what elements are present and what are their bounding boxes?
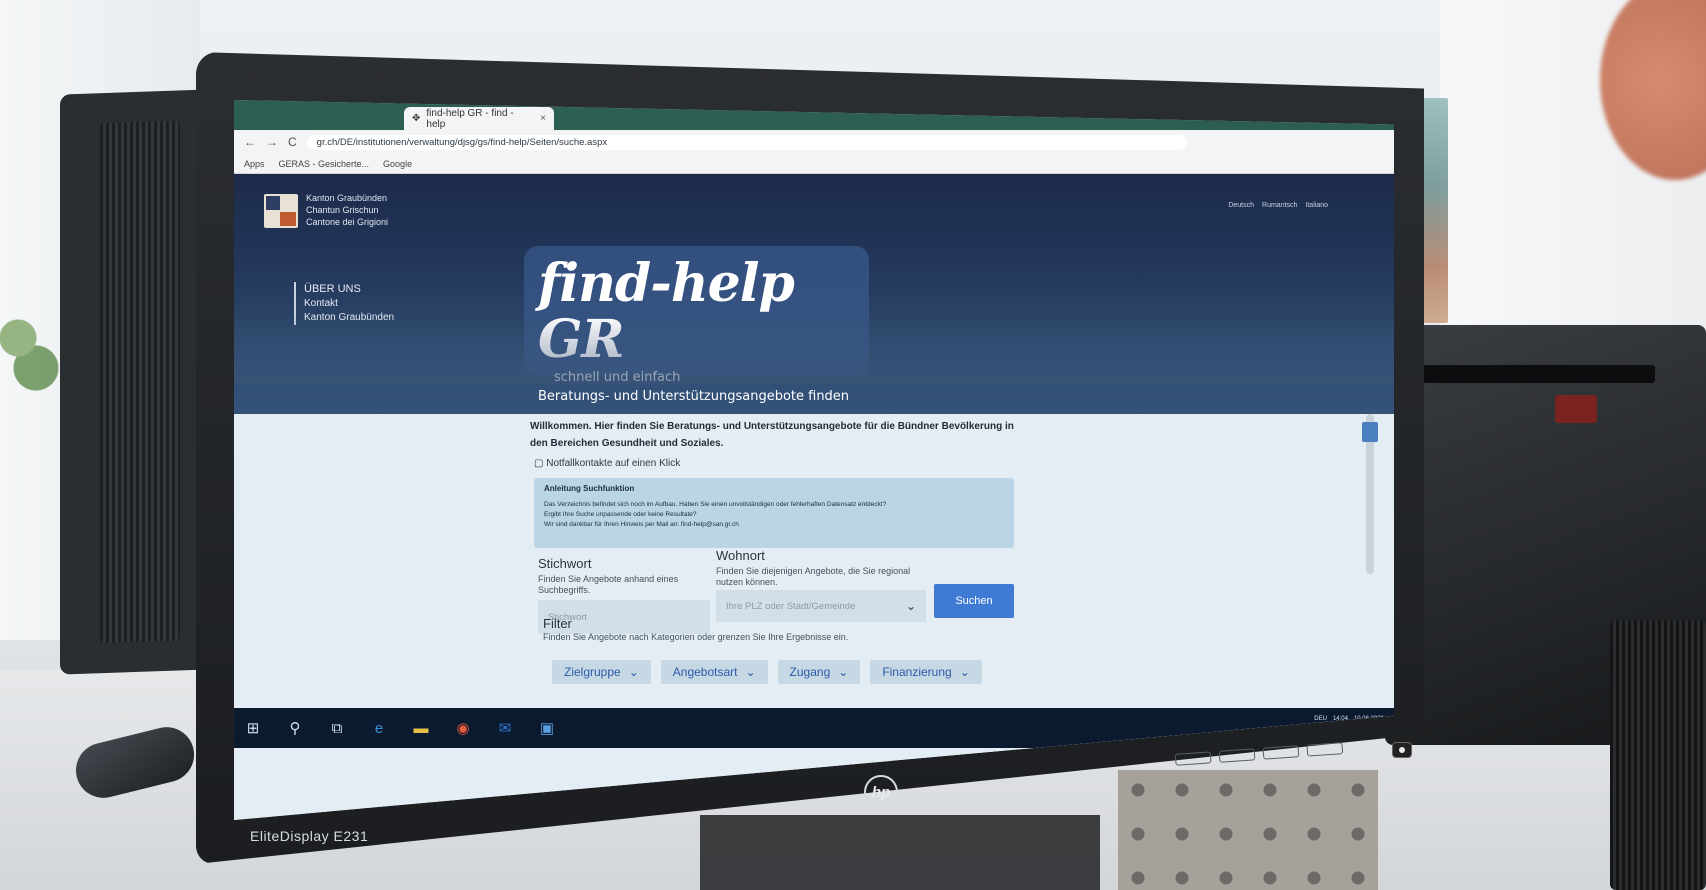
reload-icon[interactable]: C — [288, 135, 297, 149]
document-icon: ▢ — [534, 458, 547, 469]
filter-row: Zielgruppe ⌄ Angebotsart ⌄ Zugang ⌄ Finanzi… — [552, 660, 982, 684]
app-icon[interactable]: ▣ — [538, 719, 556, 737]
emergency-link[interactable]: ▢ Notfallkontakte auf einen Klick — [534, 458, 680, 469]
monitor-button[interactable] — [1218, 748, 1256, 763]
hero-subtitle-2: Beratungs- und Unterstützungsangebote fi… — [538, 389, 850, 404]
cables — [700, 815, 1100, 890]
chevron-down-icon: ⌄ — [838, 665, 849, 679]
tab-title: find-help GR - find - help — [426, 107, 514, 130]
chevron-down-icon: ⌄ — [628, 665, 639, 679]
filter-label-text: Angebotsart — [672, 665, 738, 679]
wohnort-select[interactable]: Ihre PLZ oder Stadt/Gemeinde ⌄ — [716, 590, 926, 622]
windows-start-icon[interactable]: ⊞ — [244, 719, 262, 737]
info-line: Wir sind dankbar für Ihren Hinweis per M… — [544, 521, 739, 528]
wohnort-placeholder: Ihre PLZ oder Stadt/Gemeinde — [726, 600, 856, 612]
gift-box — [1118, 770, 1378, 890]
forward-icon[interactable]: → — [266, 135, 278, 149]
address-bar: ← → C gr.ch/DE/institutionen/verwaltung/… — [234, 130, 1394, 154]
hero-title: find-help GR — [538, 253, 795, 370]
tab-close-icon[interactable]: × — [540, 113, 546, 124]
info-line: Das Verzeichnis befindet sich noch im Au… — [544, 501, 887, 508]
stichwort-label: Stichwort — [538, 556, 592, 571]
tray-language[interactable]: DEU — [1314, 716, 1327, 722]
secondary-monitor — [60, 89, 210, 675]
nav-kanton[interactable]: Kanton Graubünden — [304, 311, 394, 325]
lang-italiano[interactable]: Italiano — [1305, 202, 1328, 209]
filter-finanzierung[interactable]: Finanzierung ⌄ — [870, 660, 982, 684]
side-nav: ÜBER UNS Kontakt Kanton Graubünden — [294, 282, 394, 325]
desktop-pc — [1610, 620, 1706, 890]
search-button[interactable]: Suchen — [934, 584, 1014, 618]
filter-label-text: Zugang — [789, 665, 831, 679]
hero-banner: Kanton Graubünden Chantun Grischun Canto… — [234, 174, 1394, 414]
info-box-title: Anleitung Suchfunktion — [544, 484, 635, 493]
canton-name-de: Kanton Graubünden — [306, 193, 388, 203]
monitor-model-label: EliteDisplay E231 — [250, 828, 369, 844]
monitor-button[interactable] — [1306, 742, 1344, 757]
hero-card: find-help GR schnell und einfach Beratun… — [524, 246, 869, 404]
canton-name-it: Cantone dei Grigioni — [306, 217, 389, 227]
monitor-button[interactable] — [1262, 745, 1300, 760]
tab-active[interactable]: ✥ find-help GR - find - help × — [404, 107, 554, 130]
info-box: Anleitung Suchfunktion Das Verzeichnis b… — [534, 478, 1014, 548]
wohnort-help: Finden Sie diejenigen Angebote, die Sie … — [716, 566, 911, 587]
lang-deutsch[interactable]: Deutsch — [1228, 202, 1254, 209]
url-field[interactable]: gr.ch/DE/institutionen/verwaltung/djsg/g… — [306, 134, 1187, 150]
outlook-icon[interactable]: ✉ — [496, 719, 514, 737]
wohnort-label: Wohnort — [716, 548, 765, 563]
task-view-icon[interactable]: ⧉ — [328, 719, 346, 737]
lang-rumantsch[interactable]: Rumantsch — [1262, 202, 1297, 209]
welcome-text: Willkommen. Hier finden Sie Beratungs- u… — [530, 421, 1014, 449]
stichwort-help: Finden Sie Angebote anhand eines Suchbeg… — [538, 574, 679, 595]
power-button[interactable] — [1392, 742, 1412, 758]
chrome-icon[interactable]: ◉ — [454, 719, 472, 737]
filter-zugang[interactable]: Zugang ⌄ — [777, 660, 861, 684]
bookmark-geras[interactable]: GERAS - Gesicherte... — [279, 159, 370, 169]
chevron-down-icon: ⌄ — [745, 665, 756, 679]
chevron-down-icon: ⌄ — [959, 665, 970, 679]
filter-label-text: Zielgruppe — [564, 665, 621, 679]
bookmark-apps[interactable]: Apps — [244, 159, 265, 169]
plant — [0, 290, 60, 410]
monitor-button[interactable] — [1174, 751, 1212, 766]
nav-ueber-uns[interactable]: ÜBER UNS — [304, 282, 394, 296]
filter-angebotsart[interactable]: Angebotsart ⌄ — [660, 660, 768, 684]
hp-logo: hp — [864, 775, 898, 809]
back-icon[interactable]: ← — [244, 135, 256, 149]
nav-kontakt[interactable]: Kontakt — [304, 297, 394, 311]
emergency-link-label: Notfallkontakte auf einen Klick — [546, 458, 681, 469]
info-line: Ergibt Ihre Suche unpassende oder keine … — [544, 511, 697, 518]
language-switcher: Deutsch Rumantsch Italiano — [1228, 202, 1328, 209]
filter-label-text: Finanzierung — [882, 665, 952, 679]
filter-label: Filter — [543, 616, 572, 631]
site-favicon-icon: ✥ — [412, 113, 421, 124]
canton-name-rm: Chantun Grischun — [306, 205, 379, 215]
edge-icon[interactable]: e — [370, 719, 388, 737]
filter-help: Finden Sie Angebote nach Kategorien oder… — [543, 632, 849, 642]
filter-zielgruppe[interactable]: Zielgruppe ⌄ — [552, 660, 651, 684]
scroll-up-button[interactable] — [1362, 422, 1378, 442]
chevron-down-icon: ⌄ — [905, 599, 916, 613]
tab-inactive[interactable] — [240, 108, 390, 130]
canton-names: Kanton Graubünden Chantun Grischun Canto… — [306, 192, 388, 228]
hero-subtitle-1: schnell und einfach — [554, 370, 681, 385]
file-explorer-icon[interactable]: ▬ — [412, 719, 430, 737]
canton-logo[interactable] — [264, 194, 298, 228]
bookmarks-bar: Apps GERAS - Gesicherte... Google — [234, 154, 1394, 174]
bookmark-google[interactable]: Google — [383, 159, 412, 169]
search-icon[interactable]: ⚲ — [286, 719, 304, 737]
screen: ✥ find-help GR - find - help × ← → C gr.… — [234, 100, 1394, 820]
